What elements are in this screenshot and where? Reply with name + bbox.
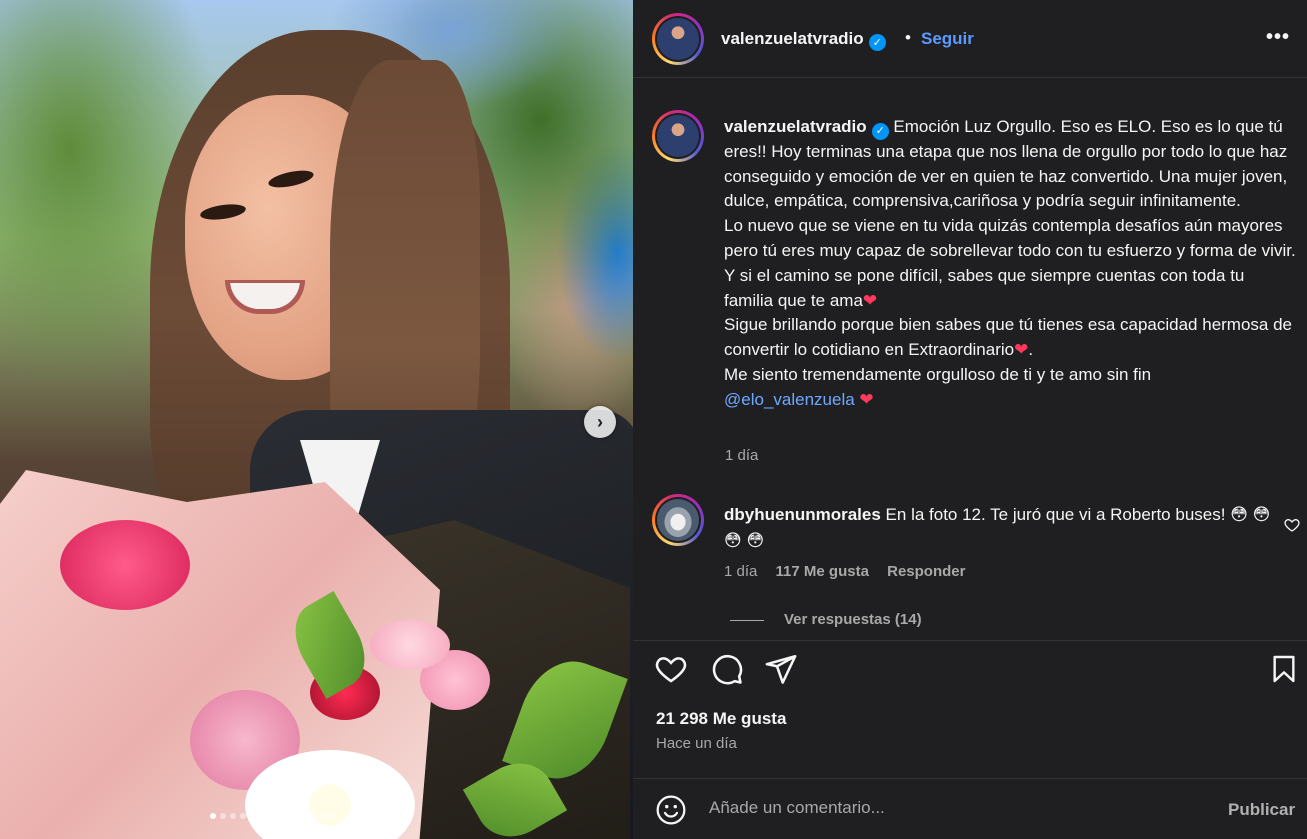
carousel-dot: [330, 813, 336, 819]
profile-picture: [657, 115, 699, 157]
heart-icon[interactable]: [653, 651, 689, 687]
carousel-dot: [210, 813, 216, 819]
bookmark-icon[interactable]: [1266, 651, 1302, 687]
caption-username[interactable]: valenzuelatvradio: [724, 117, 867, 136]
avatar[interactable]: [652, 13, 704, 65]
more-options-icon[interactable]: •••: [1266, 26, 1290, 49]
carousel-dot: [220, 813, 226, 819]
heart-emoji-icon: ❤: [1014, 340, 1029, 360]
profile-picture: [657, 499, 699, 541]
photo-flower: [60, 520, 190, 610]
heart-emoji-icon: ❤: [862, 290, 878, 310]
comment-heart-icon[interactable]: [1284, 517, 1300, 538]
caption-timestamp[interactable]: 1 día: [725, 447, 758, 464]
carousel-dot: [320, 813, 326, 819]
post-actions: [633, 640, 1307, 694]
comment-timestamp[interactable]: 1 día: [724, 563, 757, 580]
caption-text: valenzuelatvradio ✓ Emoción Luz Orgullo. …: [724, 115, 1296, 413]
reply-button[interactable]: Responder: [887, 563, 965, 580]
comment-text: dbyhuenunmorales En la foto 12. Te juró …: [724, 502, 1284, 554]
mention-link[interactable]: @elo_valenzuela: [724, 390, 855, 409]
comment-icon[interactable]: [709, 651, 745, 687]
share-icon[interactable]: [763, 651, 799, 687]
comment-body: En la foto 12. Te juró que vi a Roberto …: [885, 505, 1226, 524]
caption-paragraph: Lo nuevo que se viene en tu vida quizás …: [724, 216, 1296, 310]
caption-period: .: [1028, 340, 1034, 360]
caption-paragraph: Sigue brillando porque bien sabes que tú…: [724, 315, 1293, 360]
replies-divider: [730, 619, 764, 621]
comment-composer: Publicar: [633, 778, 1307, 839]
post-photo[interactable]: ›: [0, 0, 633, 839]
carousel-dot: [250, 813, 256, 819]
likes-count[interactable]: 21 298 Me gusta: [656, 709, 786, 729]
view-replies-button[interactable]: Ver respuestas (14): [730, 611, 922, 628]
carousel-next-button[interactable]: ›: [584, 406, 616, 438]
profile-picture: [657, 18, 699, 60]
carousel-dot: [260, 813, 266, 819]
photo-flower: [370, 620, 450, 670]
publish-button[interactable]: Publicar: [1228, 800, 1295, 820]
comment-meta: 1 día 117 Me gusta Responder: [724, 563, 979, 580]
carousel-dot: [270, 813, 276, 819]
caption-paragraph: Me siento tremendamente orgulloso de ti …: [724, 365, 1152, 385]
carousel-dot: [240, 813, 246, 819]
separator-dot: •: [905, 28, 911, 47]
post-details-panel: valenzuelatvradio ✓ • Seguir ••• valenzue…: [633, 0, 1307, 839]
avatar[interactable]: [652, 494, 704, 546]
post-timestamp[interactable]: Hace un día: [656, 735, 737, 752]
heart-emoji-icon: ❤: [859, 389, 874, 409]
view-replies-label[interactable]: Ver respuestas (14): [784, 611, 922, 628]
carousel-dot: [310, 813, 316, 819]
carousel-dot: [280, 813, 286, 819]
comment-likes-count[interactable]: 117 Me gusta: [776, 563, 869, 580]
post-header: valenzuelatvradio ✓ • Seguir •••: [633, 0, 1307, 78]
comment-input[interactable]: [709, 798, 1209, 818]
comment-username[interactable]: dbyhuenunmorales: [724, 505, 881, 524]
username-text[interactable]: valenzuelatvradio: [721, 29, 864, 48]
avatar[interactable]: [652, 110, 704, 162]
carousel-dot: [230, 813, 236, 819]
post-author-username[interactable]: valenzuelatvradio ✓: [721, 29, 886, 51]
verified-badge-icon: ✓: [868, 34, 886, 51]
emoji-icon[interactable]: [655, 794, 687, 831]
verified-badge-icon: ✓: [871, 122, 889, 140]
chevron-right-icon: ›: [597, 411, 603, 432]
carousel-dot: [290, 813, 296, 819]
carousel-dots: [210, 813, 336, 819]
follow-button[interactable]: Seguir: [921, 29, 974, 49]
carousel-dot: [300, 813, 306, 819]
